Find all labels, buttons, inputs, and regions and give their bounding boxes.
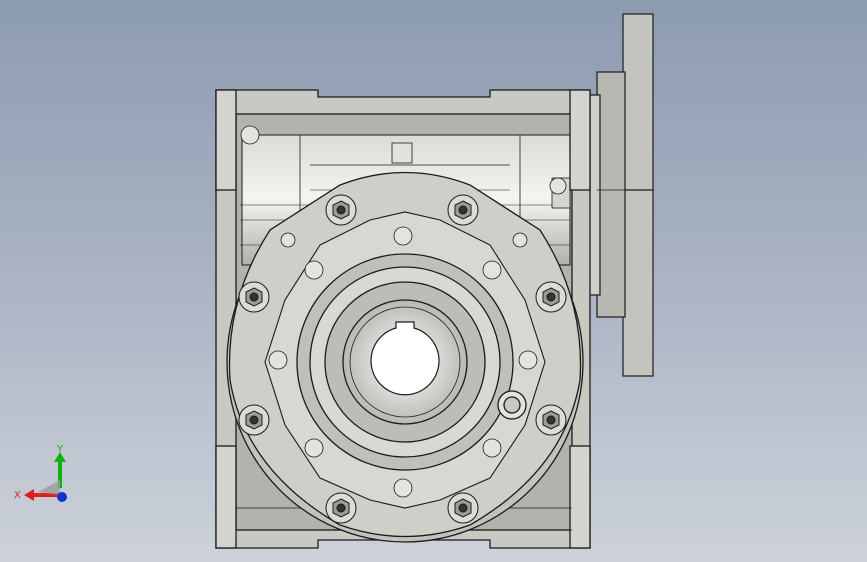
bolt-icon	[325, 194, 357, 226]
graphics-viewport[interactable]: Y X	[0, 0, 867, 562]
x-axis-label: X	[14, 490, 21, 501]
bolt-icon	[447, 194, 479, 226]
bolt-icon	[325, 492, 357, 524]
bolt-icon	[238, 404, 270, 436]
z-axis-icon	[57, 492, 67, 502]
y-axis-label: Y	[56, 444, 64, 455]
axis-triad: Y X	[14, 444, 67, 502]
motor-flange[interactable]	[587, 13, 654, 377]
bolt-icon	[447, 492, 479, 524]
bolt-icon	[535, 281, 567, 313]
bolt-icon	[238, 281, 270, 313]
bolt-icon	[535, 404, 567, 436]
gearbox-model[interactable]	[0, 0, 867, 562]
